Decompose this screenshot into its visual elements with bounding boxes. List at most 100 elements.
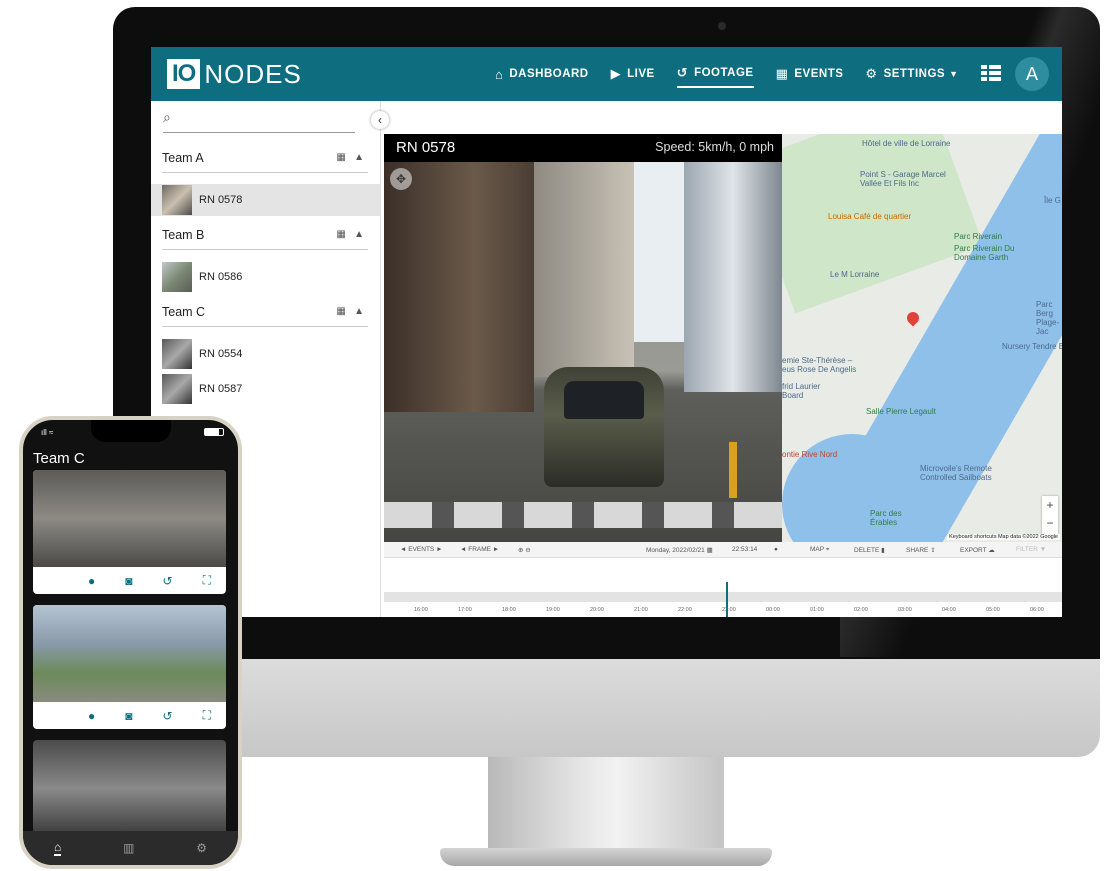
timeline-label: 06:00	[1030, 607, 1044, 613]
nav-live[interactable]: ▶ LIVE	[611, 60, 655, 88]
camera-name: RN 0586	[199, 271, 243, 283]
timeline-label: 00:00	[766, 607, 780, 613]
video-camera-name: RN 0578	[396, 139, 456, 156]
camera-name: RN 0554	[199, 348, 243, 360]
export-button[interactable]: EXPORT ☁	[960, 546, 995, 554]
chevron-down-icon: ▼	[949, 69, 959, 79]
map-panel[interactable]: Hôtel de ville de Lorraine Point S - Gar…	[782, 134, 1062, 542]
brand-logo[interactable]: IO NODES	[167, 59, 302, 89]
date-picker[interactable]: Monday, 2022/02/21 ▦	[646, 546, 713, 554]
map-button[interactable]: MAP ⌖	[810, 546, 829, 554]
nav-footage[interactable]: ↺ FOOTAGE	[676, 60, 754, 88]
team-group-header[interactable]: Team A ▦ ▲	[162, 151, 368, 173]
nav-settings[interactable]: ⚙ SETTINGS ▼	[865, 60, 958, 88]
timeline-label: 18:00	[502, 607, 516, 613]
camera-list-item[interactable]: RN 0587	[151, 373, 381, 405]
timeline-label: 23:00	[722, 607, 736, 613]
collapse-sidebar-button[interactable]: ‹	[371, 111, 389, 129]
chat-icon[interactable]: ●	[88, 709, 95, 723]
clock-icon[interactable]: ●	[774, 546, 778, 553]
map-zoom-control[interactable]: + −	[1042, 496, 1058, 534]
main-nav: ⌂ DASHBOARD ▶ LIVE ↺ FOOTAGE ▦ EVENTS ⚙	[495, 47, 981, 101]
battery-icon	[204, 428, 224, 436]
lane-marking	[729, 442, 737, 498]
team-group-header[interactable]: Team B ▦ ▲	[162, 228, 368, 250]
frame-nav-button[interactable]: ◄ FRAME ►	[460, 546, 499, 553]
share-button[interactable]: SHARE ⇪	[906, 546, 936, 554]
team-name: Team B	[162, 228, 205, 242]
monitor-base	[440, 848, 772, 866]
play-icon: ▶	[610, 66, 622, 81]
gear-icon[interactable]: ⚙	[196, 841, 207, 855]
map-label: frid Laurier Board	[782, 382, 821, 400]
nav-live-label: LIVE	[627, 68, 655, 80]
camera-thumbnail	[162, 185, 192, 215]
fullscreen-icon[interactable]: ⛶	[203, 708, 211, 723]
sky	[634, 162, 684, 342]
chat-icon[interactable]: ●	[88, 574, 95, 588]
search-input[interactable]: ⌕	[163, 109, 355, 133]
nav-dashboard[interactable]: ⌂ DASHBOARD	[495, 60, 589, 88]
history-icon[interactable]: ↺	[163, 574, 173, 588]
delete-button[interactable]: DELETE ▮	[854, 546, 885, 554]
camera-thumbnail	[162, 262, 192, 292]
layout-grid-button[interactable]	[981, 65, 1001, 81]
phone-camera-image[interactable]	[33, 470, 226, 567]
phone-camera-card[interactable]: ● ◙ ↺ ⛶	[33, 605, 226, 729]
map-label: Parc Berg Plage-Jac	[1036, 300, 1060, 336]
map-label: Hôtel de ville de Lorraine	[862, 139, 951, 148]
share-label: SHARE	[906, 547, 929, 554]
team-tools[interactable]: ▦ ▲	[336, 306, 364, 317]
map-label: Parc Riverain Du Domaine Garth	[954, 244, 1015, 262]
monitor-chin	[113, 659, 1100, 757]
timeline-labels: 16:00 17:00 18:00 19:00 20:00 21:00 22:0…	[384, 607, 1062, 615]
nav-events-label: EVENTS	[794, 68, 844, 80]
timeline-label: 17:00	[458, 607, 472, 613]
search-icon: ⌕	[163, 109, 171, 125]
phone-camera-image[interactable]	[33, 740, 226, 835]
camera-list-item[interactable]: RN 0586	[151, 261, 381, 293]
home-icon[interactable]: ⌂	[53, 840, 62, 856]
logo-wordmark: NODES	[204, 58, 302, 89]
timeline-label: 05:00	[986, 607, 1000, 613]
camera-name: RN 0587	[199, 383, 243, 395]
app-screen: IO NODES ⌂ DASHBOARD ▶ LIVE ↺ FOOTAGE ▦	[151, 47, 1062, 617]
phone-camera-card[interactable]	[33, 740, 226, 835]
team-name: Team A	[162, 151, 204, 165]
delete-label: DELETE	[854, 547, 880, 554]
user-avatar[interactable]: A	[1015, 57, 1049, 91]
list-icon[interactable]: ▥	[123, 841, 134, 855]
camera-icon[interactable]: ◙	[125, 709, 132, 723]
map-label: Nursery Tendre Et	[1002, 342, 1062, 351]
events-nav-button[interactable]: ◄ EVENTS ►	[400, 546, 443, 553]
car	[544, 367, 664, 487]
nav-dashboard-label: DASHBOARD	[509, 68, 589, 80]
history-icon[interactable]: ↺	[163, 709, 173, 723]
team-group-header[interactable]: Team C ▦ ▲	[162, 305, 368, 327]
building-left	[384, 162, 534, 412]
timeline-label: 01:00	[810, 607, 824, 613]
gear-icon: ⚙	[865, 66, 878, 81]
camera-icon[interactable]: ◙	[125, 574, 132, 588]
pan-move-icon[interactable]: ✥	[390, 168, 412, 190]
logo-io-mark: IO	[167, 59, 201, 89]
team-tools[interactable]: ▦ ▲	[336, 152, 364, 163]
nav-events[interactable]: ▦ EVENTS	[776, 60, 844, 88]
filter-button[interactable]: FILTER ▼	[1016, 546, 1046, 553]
signal-icon: ıll ≈	[41, 428, 54, 437]
timeline-track[interactable]	[384, 592, 1062, 602]
fullscreen-icon[interactable]: ⛶	[203, 573, 211, 588]
video-player[interactable]: RN 0578 Speed: 5km/h, 0 mph ✥	[384, 134, 782, 542]
phone-camera-card[interactable]: ● ◙ ↺ ⛶	[33, 470, 226, 594]
map-credit: Keyboard shortcuts Map data ©2022 Google	[947, 534, 1060, 540]
map-pin-icon[interactable]	[904, 309, 922, 327]
zoom-buttons[interactable]: ⊕ ⊖	[518, 546, 531, 554]
camera-list-item[interactable]: RN 0578	[151, 184, 381, 216]
time-value[interactable]: 22:53:14	[732, 546, 757, 553]
camera-list-item[interactable]: RN 0554	[151, 338, 381, 370]
team-tools[interactable]: ▦ ▲	[336, 229, 364, 240]
events-label: EVENTS	[408, 546, 435, 553]
footage-timeline[interactable]: 16:00 17:00 18:00 19:00 20:00 21:00 22:0…	[384, 558, 1062, 617]
phone-camera-image[interactable]	[33, 605, 226, 702]
video-speed: Speed: 5km/h, 0 mph	[655, 140, 774, 154]
